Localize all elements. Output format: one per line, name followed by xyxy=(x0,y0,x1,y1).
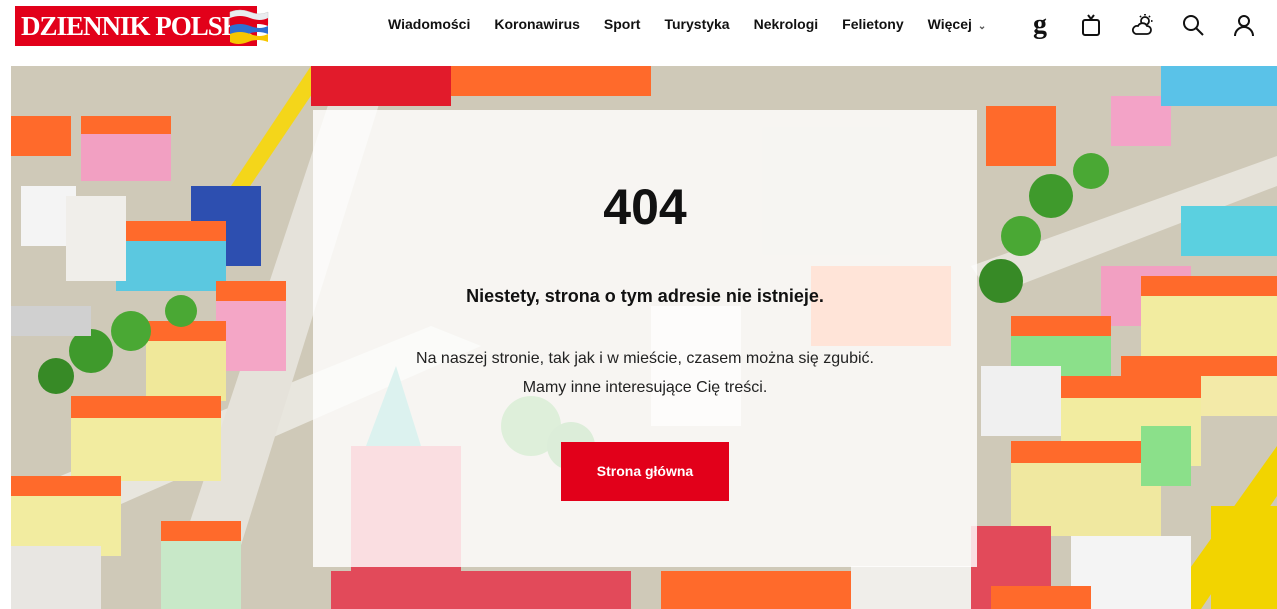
nav-item-wiadomosci[interactable]: Wiadomości xyxy=(388,14,470,37)
nav-item-koronawirus[interactable]: Koronawirus xyxy=(494,14,580,37)
top-bar: DZIENNIK POLSKI Wiadomości Koronawirus S… xyxy=(0,0,1277,50)
tv-icon[interactable] xyxy=(1076,11,1106,39)
error-message-line-1: Na naszej stronie, tak jak i w mieście, … xyxy=(416,350,874,367)
error-code: 404 xyxy=(603,179,687,235)
gazeta-g-icon[interactable]: g xyxy=(1025,11,1055,39)
error-message: Na naszej stronie, tak jak i w mieście, … xyxy=(313,344,977,402)
nav-item-wiecej[interactable]: Więcej ⌄ xyxy=(928,14,987,37)
chevron-down-icon: ⌄ xyxy=(977,21,987,32)
weather-icon[interactable] xyxy=(1127,11,1157,39)
error-card: 404 Niestety, strona o tym adresie nie i… xyxy=(313,110,977,567)
nav-item-sport[interactable]: Sport xyxy=(604,14,641,37)
main-nav: Wiadomości Koronawirus Sport Turystyka N… xyxy=(388,14,1010,37)
nav-item-felietony[interactable]: Felietony xyxy=(842,14,903,37)
nav-item-wiecej-label: Więcej xyxy=(927,16,972,32)
logo-text[interactable]: DZIENNIK POLSKI xyxy=(15,6,258,46)
nav-item-nekrologi[interactable]: Nekrologi xyxy=(754,14,819,37)
home-page-button[interactable]: Strona główna xyxy=(561,442,729,501)
site-logo[interactable]: DZIENNIK POLSKI xyxy=(15,6,258,46)
error-message-line-2: Mamy inne interesujące Cię treści. xyxy=(522,379,768,396)
flag-poland-ukraine-icon xyxy=(229,9,269,44)
header-icons: g xyxy=(1025,11,1277,39)
nav-item-turystyka[interactable]: Turystyka xyxy=(664,14,729,37)
search-icon[interactable] xyxy=(1178,11,1208,39)
error-headline: Niestety, strona o tym adresie nie istni… xyxy=(466,286,824,306)
user-icon[interactable] xyxy=(1229,11,1259,39)
